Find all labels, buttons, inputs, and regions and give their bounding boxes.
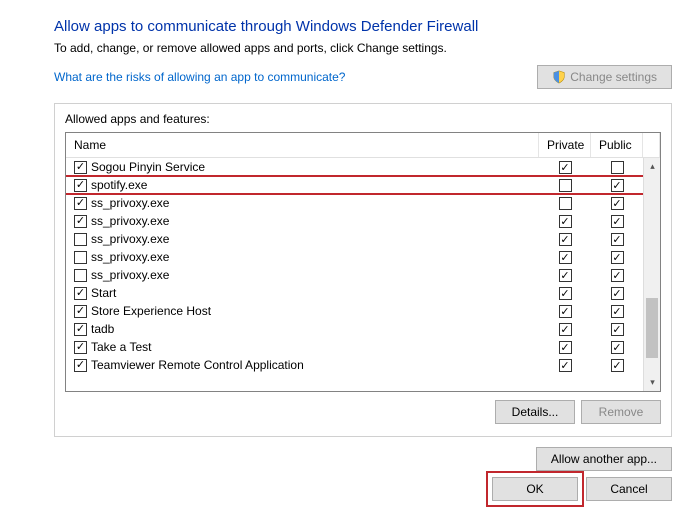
allowed-apps-group: Allowed apps and features: Name Private … <box>54 103 672 437</box>
public-checkbox[interactable] <box>611 323 624 336</box>
private-checkbox[interactable] <box>559 251 572 264</box>
private-checkbox[interactable] <box>559 287 572 300</box>
enable-checkbox[interactable] <box>74 341 87 354</box>
page-title: Allow apps to communicate through Window… <box>54 18 672 35</box>
app-name: Sogou Pinyin Service <box>91 160 539 174</box>
public-checkbox[interactable] <box>611 215 624 228</box>
risks-link[interactable]: What are the risks of allowing an app to… <box>54 70 345 84</box>
table-row[interactable]: tadb <box>66 320 643 338</box>
list-header: Name Private Public <box>66 133 660 158</box>
table-row[interactable]: Start <box>66 284 643 302</box>
private-checkbox[interactable] <box>559 359 572 372</box>
shield-icon <box>552 70 566 84</box>
scroll-thumb[interactable] <box>646 298 658 358</box>
public-checkbox[interactable] <box>611 305 624 318</box>
ok-button[interactable]: OK <box>492 477 578 501</box>
table-row[interactable]: Teamviewer Remote Control Application <box>66 356 643 374</box>
enable-checkbox[interactable] <box>74 233 87 246</box>
app-name: ss_privoxy.exe <box>91 268 539 282</box>
private-checkbox[interactable] <box>559 161 572 174</box>
table-row[interactable]: Take a Test <box>66 338 643 356</box>
public-checkbox[interactable] <box>611 359 624 372</box>
app-name: ss_privoxy.exe <box>91 214 539 228</box>
column-name[interactable]: Name <box>66 133 539 157</box>
app-name: spotify.exe <box>91 178 539 192</box>
table-row[interactable]: ss_privoxy.exe <box>66 248 643 266</box>
table-row[interactable]: Store Experience Host <box>66 302 643 320</box>
private-checkbox[interactable] <box>559 305 572 318</box>
apps-list: Name Private Public Sogou Pinyin Service… <box>65 132 661 392</box>
public-checkbox[interactable] <box>611 269 624 282</box>
enable-checkbox[interactable] <box>74 197 87 210</box>
table-row[interactable]: ss_privoxy.exe <box>66 194 643 212</box>
table-row[interactable]: spotify.exe <box>66 176 643 194</box>
enable-checkbox[interactable] <box>74 287 87 300</box>
public-checkbox[interactable] <box>611 197 624 210</box>
private-checkbox[interactable] <box>559 341 572 354</box>
table-row[interactable]: ss_privoxy.exe <box>66 266 643 284</box>
change-settings-label: Change settings <box>570 70 657 84</box>
private-checkbox[interactable] <box>559 269 572 282</box>
public-checkbox[interactable] <box>611 233 624 246</box>
private-checkbox[interactable] <box>559 179 572 192</box>
allow-another-app-button[interactable]: Allow another app... <box>536 447 672 471</box>
private-checkbox[interactable] <box>559 197 572 210</box>
enable-checkbox[interactable] <box>74 269 87 282</box>
app-name: ss_privoxy.exe <box>91 250 539 264</box>
enable-checkbox[interactable] <box>74 359 87 372</box>
column-scroll-spacer <box>643 133 660 157</box>
public-checkbox[interactable] <box>611 341 624 354</box>
table-row[interactable]: ss_privoxy.exe <box>66 230 643 248</box>
group-label: Allowed apps and features: <box>65 112 661 126</box>
scroll-down-arrow[interactable]: ▾ <box>644 374 660 391</box>
page-subtitle: To add, change, or remove allowed apps a… <box>54 41 672 55</box>
private-checkbox[interactable] <box>559 233 572 246</box>
enable-checkbox[interactable] <box>74 251 87 264</box>
column-public[interactable]: Public <box>591 133 643 157</box>
public-checkbox[interactable] <box>611 251 624 264</box>
app-name: tadb <box>91 322 539 336</box>
app-name: Store Experience Host <box>91 304 539 318</box>
private-checkbox[interactable] <box>559 215 572 228</box>
app-name: Take a Test <box>91 340 539 354</box>
app-name: ss_privoxy.exe <box>91 196 539 210</box>
private-checkbox[interactable] <box>559 323 572 336</box>
app-name: ss_privoxy.exe <box>91 232 539 246</box>
enable-checkbox[interactable] <box>74 179 87 192</box>
enable-checkbox[interactable] <box>74 215 87 228</box>
cancel-button[interactable]: Cancel <box>586 477 672 501</box>
enable-checkbox[interactable] <box>74 161 87 174</box>
public-checkbox[interactable] <box>611 161 624 174</box>
table-row[interactable]: Sogou Pinyin Service <box>66 158 643 176</box>
app-name: Start <box>91 286 539 300</box>
change-settings-button[interactable]: Change settings <box>537 65 672 89</box>
table-row[interactable]: ss_privoxy.exe <box>66 212 643 230</box>
vertical-scrollbar[interactable]: ▴ ▾ <box>643 158 660 391</box>
public-checkbox[interactable] <box>611 179 624 192</box>
enable-checkbox[interactable] <box>74 323 87 336</box>
scroll-up-arrow[interactable]: ▴ <box>644 158 660 175</box>
column-private[interactable]: Private <box>539 133 591 157</box>
enable-checkbox[interactable] <box>74 305 87 318</box>
public-checkbox[interactable] <box>611 287 624 300</box>
details-button[interactable]: Details... <box>495 400 575 424</box>
app-name: Teamviewer Remote Control Application <box>91 358 539 372</box>
remove-button[interactable]: Remove <box>581 400 661 424</box>
